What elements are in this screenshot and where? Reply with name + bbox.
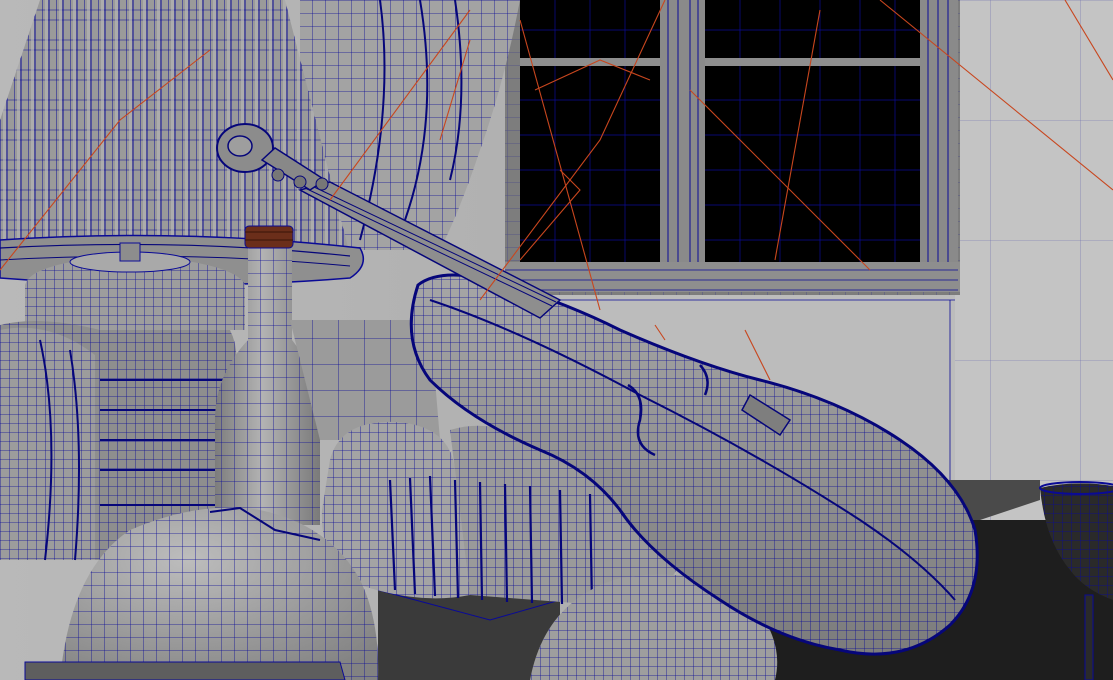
window-frame bbox=[505, 0, 960, 295]
viewport-3d[interactable] bbox=[0, 0, 1113, 680]
